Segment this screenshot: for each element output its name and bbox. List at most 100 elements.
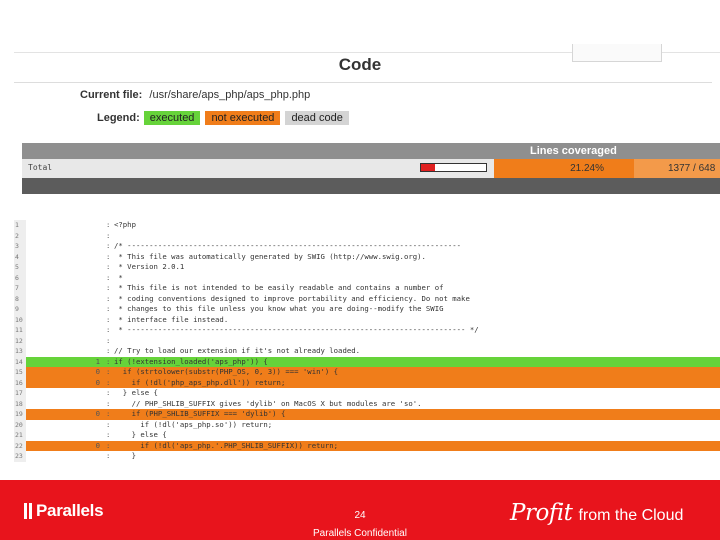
legend-label: Legend: [97,112,140,124]
column-separator: : [106,304,111,313]
line-number: 20 [14,419,26,430]
source-code: * interface file instead. [114,314,229,324]
source-code: * This file was automatically generated … [114,251,426,261]
coverage-percent-cell: 21.24% [494,159,634,178]
source-code: if (!dl('aps_php.'.PHP_SHLIB_SUFFIX)) re… [114,440,339,450]
code-line: 15 0: if (strtolower(substr(PHP_OS, 0, 3)… [14,367,720,378]
column-separator: : [106,388,111,397]
coverage-row-name: Total [28,163,53,172]
source-code: } else { [114,388,158,397]
source-code: } else { [114,430,167,439]
slide-footer: Parallels 24 Parallels Confidential Prof… [0,480,720,540]
line-number: 14 [14,356,26,367]
line-number: 21 [14,430,26,441]
source-code: * changes to this file unless you know w… [114,304,444,313]
legend-executed: executed [143,111,201,125]
exec-count: 0 [95,440,100,450]
code-line: 13:// Try to load our extension if it's … [14,346,720,357]
coverage-table-header: Lines coveraged [22,143,720,159]
code-line: 9: * changes to this file unless you kno… [14,304,720,315]
line-number: 5 [14,262,26,273]
source-code: /* -------------------------------------… [114,241,462,250]
code-line: 18: // PHP_SHLIB_SUFFIX gives 'dylib' on… [14,398,720,409]
line-number: 12 [14,335,26,346]
code-line: 4: * This file was automatically generat… [14,251,720,262]
code-line: 12: [14,335,720,346]
tagline-profit: Profit [510,500,573,526]
code-line: 23: } [14,451,720,462]
line-number: 2 [14,230,26,241]
source-code: * Version 2.0.1 [114,262,185,271]
column-separator: : [106,272,111,282]
column-separator: : [106,346,111,355]
column-separator: : [106,283,111,292]
line-number: 10 [14,314,26,325]
source-code: // Try to load our extension if it's not… [114,346,361,355]
coverage-total-row: Total 21.24% 1377 / 648 [22,159,720,178]
exec-count: 1 [95,356,100,366]
source-code: // PHP_SHLIB_SUFFIX gives 'dylib' on Mac… [114,398,422,408]
legend: Legend: executed not executed dead code [97,111,354,125]
code-line: 22 0: if (!dl('aps_php.'.PHP_SHLIB_SUFFIX… [14,440,720,451]
line-number: 4 [14,251,26,262]
title-divider [14,82,712,83]
tagline-rest: from the Cloud [578,507,684,524]
column-separator: : [106,251,111,261]
source-code: if (PHP_SHLIB_SUFFIX === 'dylib') { [114,409,286,418]
line-number: 16 [14,377,26,388]
source-code: if (!dl('aps_php.so')) return; [114,419,273,429]
profit-from-the-cloud-logo: Profit from the Cloud [510,500,683,526]
code-line: 14 1: if (!extension_loaded('aps_php')) { [14,356,720,367]
current-file-path: /usr/share/aps_php/aps_php.php [149,89,311,101]
lines-coveraged-heading: Lines coveraged [530,145,617,157]
exec-count: 0 [95,409,100,418]
exec-count: 0 [95,367,100,376]
code-line: 20: if (!dl('aps_php.so')) return; [14,419,720,430]
column-separator: : [106,398,111,408]
column-separator: : [106,377,111,387]
column-separator: : [106,440,111,450]
line-number: 18 [14,398,26,409]
line-number: 9 [14,304,26,315]
source-code: * --------------------------------------… [114,325,479,334]
column-separator: : [106,314,111,324]
exec-count: 0 [95,377,100,387]
current-file-row: Current file: /usr/share/aps_php/aps_php… [80,89,310,101]
column-separator: : [106,409,111,418]
code-line: 19 0: if (PHP_SHLIB_SUFFIX === 'dylib') { [14,409,720,420]
coverage-table-footer [22,178,720,194]
code-line: 17: } else { [14,388,720,399]
code-line: 2: [14,230,720,241]
code-line: 8: * coding conventions designed to impr… [14,293,720,304]
source-code: } [114,451,136,460]
code-line: 11: * ----------------------------------… [14,325,720,336]
column-separator: : [106,293,111,303]
column-separator: : [106,430,111,439]
column-separator: : [106,451,111,460]
code-line: 1: <?php [14,220,720,231]
column-separator: : [106,241,111,250]
line-number: 22 [14,440,26,451]
column-separator: : [106,335,111,345]
source-code: if (!extension_loaded('aps_php')) { [114,356,268,366]
line-number: 8 [14,293,26,304]
page-title: Code [338,55,382,74]
legend-not-executed: not executed [205,111,281,125]
source-code: if (!dl('php_aps_php.dll')) return; [114,377,286,387]
source-code: * coding conventions designed to improve… [114,293,470,303]
source-code: <?php [114,220,136,229]
column-separator: : [106,367,111,376]
source-code: if (strtolower(substr(PHP_OS, 0, 3)) ===… [114,367,339,376]
code-line: 7: * This file is not intended to be eas… [14,283,720,294]
legend-dead-code: dead code [285,111,349,125]
column-separator: : [106,220,111,229]
code-line: 5: * Version 2.0.1 [14,262,720,273]
column-separator: : [106,262,111,271]
code-line: 10: * interface file instead. [14,314,720,325]
line-number: 3 [14,241,26,252]
current-file-label: Current file: [80,89,143,101]
coverage-progress-bar [420,163,487,172]
confidential-label: Parallels Confidential [313,528,407,539]
code-line: 16 0: if (!dl('php_aps_php.dll')) return; [14,377,720,388]
line-number: 17 [14,388,26,399]
